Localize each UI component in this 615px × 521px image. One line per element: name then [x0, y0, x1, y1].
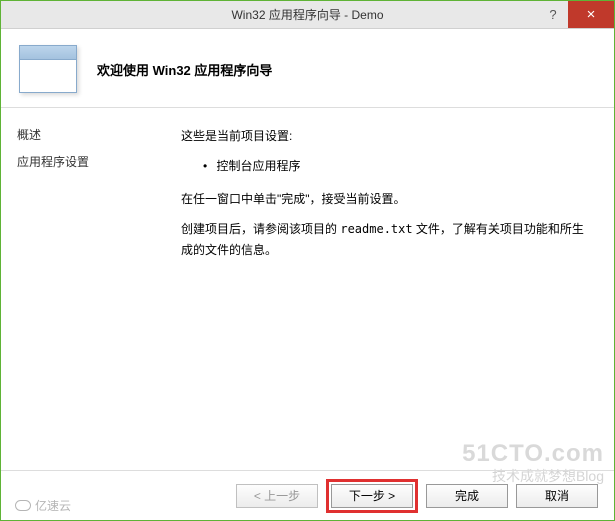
- header: 欢迎使用 Win32 应用程序向导: [1, 29, 614, 108]
- wizard-window: Win32 应用程序向导 - Demo ? × 欢迎使用 Win32 应用程序向…: [0, 0, 615, 521]
- settings-list: 控制台应用程序: [181, 156, 592, 176]
- body: 概述 应用程序设置 这些是当前项目设置: 控制台应用程序 在任一窗口中单击"完成…: [1, 108, 614, 469]
- watermark-51cto: 51CTO.com: [462, 440, 604, 468]
- setting-console-app: 控制台应用程序: [181, 156, 592, 176]
- content: 这些是当前项目设置: 控制台应用程序 在任一窗口中单击"完成"，接受当前设置。 …: [171, 108, 614, 469]
- close-button[interactable]: ×: [568, 1, 614, 28]
- instruction-readme: 创建项目后，请参阅该项目的 readme.txt 文件，了解有关项目功能和所生成…: [181, 219, 592, 260]
- help-button[interactable]: ?: [538, 1, 568, 28]
- sidebar: 概述 应用程序设置: [1, 108, 171, 469]
- watermark-yisu: 亿速云: [15, 497, 71, 514]
- window-title: Win32 应用程序向导 - Demo: [1, 6, 614, 23]
- cancel-button[interactable]: 取消: [516, 484, 598, 508]
- sidebar-item-overview[interactable]: 概述: [17, 126, 155, 143]
- next-highlight: 下一步 >: [326, 479, 418, 513]
- header-title: 欢迎使用 Win32 应用程序向导: [97, 60, 272, 79]
- settings-intro: 这些是当前项目设置:: [181, 126, 592, 146]
- finish-button[interactable]: 完成: [426, 484, 508, 508]
- prev-button: < 上一步: [236, 484, 318, 508]
- readme-filename: readme.txt: [340, 222, 412, 236]
- wizard-icon: [19, 45, 77, 93]
- sidebar-item-app-settings[interactable]: 应用程序设置: [17, 153, 155, 170]
- cloud-icon: [15, 500, 31, 511]
- footer: < 上一步 下一步 > 完成 取消: [1, 470, 614, 520]
- next-button[interactable]: 下一步 >: [331, 484, 413, 508]
- titlebar: Win32 应用程序向导 - Demo ? ×: [1, 1, 614, 29]
- instruction-finish: 在任一窗口中单击"完成"，接受当前设置。: [181, 189, 592, 209]
- titlebar-controls: ? ×: [538, 1, 614, 28]
